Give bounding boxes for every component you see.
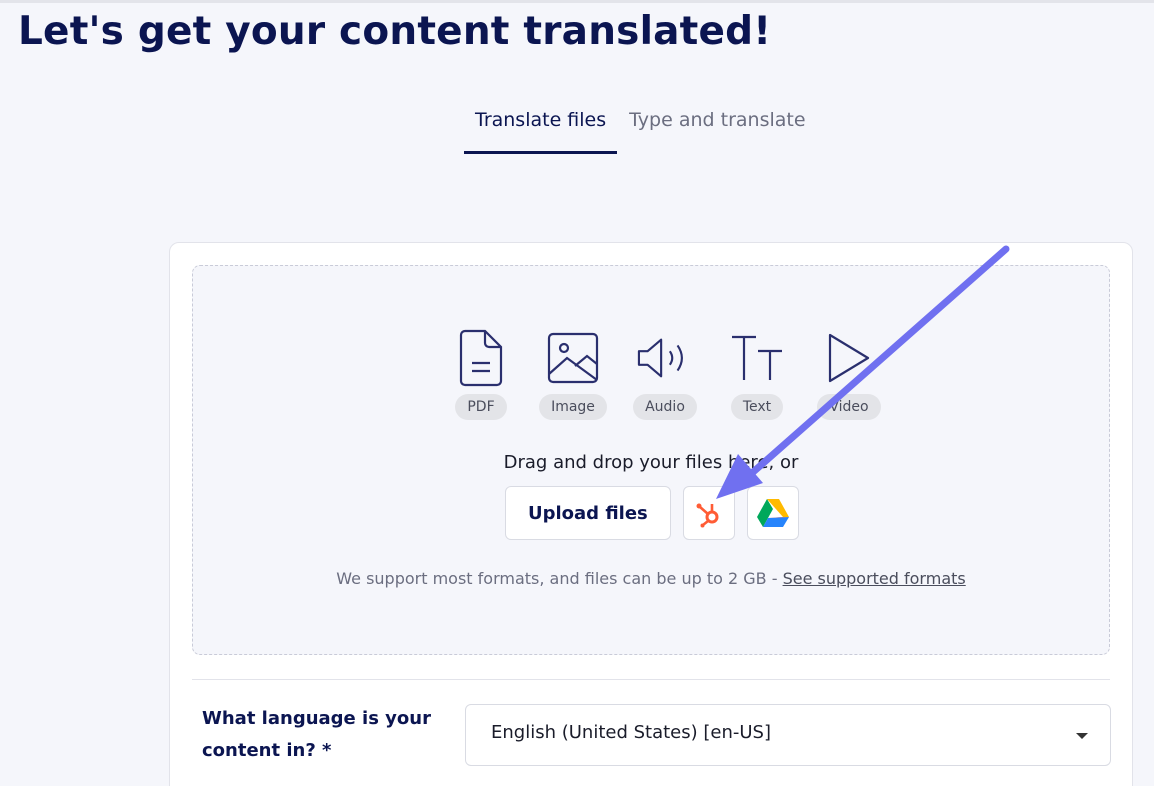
hubspot-icon — [696, 503, 719, 528]
translation-page: Let's get your content translated! Trans… — [0, 0, 1154, 786]
tab-bar: Translate files Type and translate — [464, 105, 817, 154]
tab-type-and-translate[interactable]: Type and translate — [618, 105, 816, 151]
file-type-label: Text — [730, 394, 784, 420]
upload-files-button[interactable]: Upload files — [505, 486, 671, 540]
source-language-label: What language is your content in? * — [202, 708, 431, 761]
file-type-label: Audio — [633, 394, 697, 420]
tab-translate-files[interactable]: Translate files — [464, 105, 618, 154]
file-dropzone[interactable]: PDF Image Audio Text Video Drag and drop… — [192, 265, 1110, 655]
see-supported-formats-link[interactable]: See supported formats — [783, 569, 966, 588]
source-language-select[interactable]: English (United States) [en-US] — [465, 704, 1111, 766]
file-type-text: Text — [711, 328, 803, 420]
hubspot-upload-button[interactable] — [682, 486, 735, 540]
pdf-file-icon — [453, 328, 509, 388]
file-type-video: Video — [803, 328, 895, 420]
image-icon — [545, 328, 601, 388]
file-type-label: Video — [817, 394, 881, 420]
google-drive-icon — [756, 499, 789, 527]
page-title: Let's get your content translated! — [18, 9, 772, 54]
file-type-label: Image — [539, 394, 607, 420]
support-text: We support most formats, and files can b… — [336, 569, 783, 588]
chevron-down-icon — [1076, 733, 1088, 739]
google-drive-upload-button[interactable] — [746, 486, 799, 540]
file-type-list: PDF Image Audio Text Video — [435, 328, 895, 420]
speaker-icon — [637, 328, 693, 388]
file-type-label: PDF — [455, 394, 507, 420]
file-type-pdf: PDF — [435, 328, 527, 420]
play-icon — [821, 328, 877, 388]
source-language-value: English (United States) [en-US] — [491, 722, 771, 743]
drag-and-drop-text: Drag and drop your files here, or — [503, 452, 799, 473]
text-icon — [729, 328, 785, 388]
file-type-image: Image — [527, 328, 619, 420]
supported-formats-note: We support most formats, and files can b… — [193, 569, 1109, 588]
file-type-audio: Audio — [619, 328, 711, 420]
upload-card: PDF Image Audio Text Video Drag and drop… — [169, 242, 1133, 786]
upload-actions: Upload files — [505, 486, 799, 540]
section-divider — [192, 679, 1110, 680]
